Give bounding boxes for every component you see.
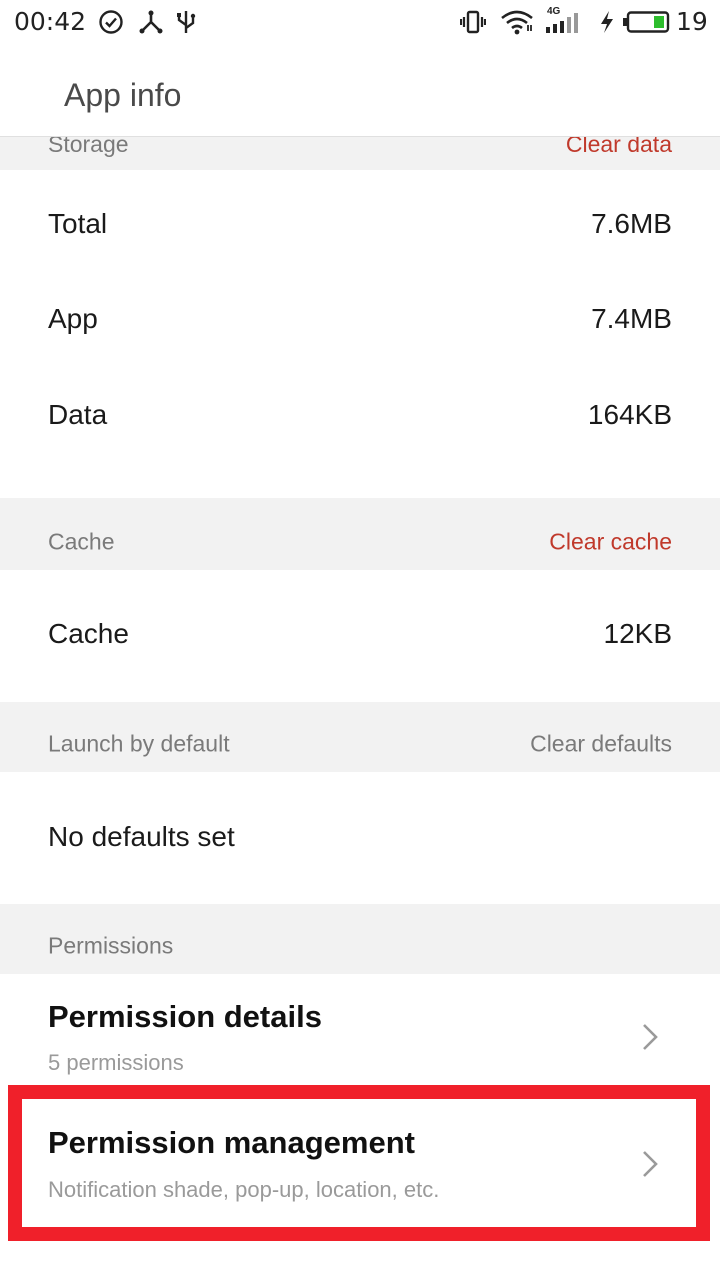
cache-header-label: Cache <box>48 528 115 555</box>
storage-header-label: Storage <box>48 136 129 157</box>
appbar-divider <box>0 136 720 137</box>
cache-row: Cache 12KB <box>0 570 720 702</box>
status-bar: 00:42 4G 19 <box>0 0 720 44</box>
storage-section-header: Storage Clear data <box>0 136 720 170</box>
network-share-icon <box>139 10 163 34</box>
no-defaults-label: No defaults set <box>48 821 235 852</box>
launch-section-header: Launch by default Clear defaults <box>0 702 720 772</box>
launch-header-label: Launch by default <box>48 730 230 757</box>
cache-label: Cache <box>48 618 129 649</box>
storage-row-total: Total 7.6MB <box>0 170 720 266</box>
storage-total-value: 7.6MB <box>591 208 672 239</box>
permission-details-title: Permission details <box>48 999 322 1034</box>
permissions-section-header: Permissions <box>0 904 720 974</box>
wifi-icon <box>501 10 533 35</box>
permissions-header-label: Permissions <box>48 932 174 959</box>
4g-signal-icon: 4G <box>544 6 584 36</box>
storage-total-label: Total <box>48 208 108 239</box>
usb-icon <box>177 11 196 33</box>
cache-section-header: Cache Clear cache <box>0 498 720 570</box>
storage-app-value: 7.4MB <box>591 303 672 334</box>
launch-row: No defaults set <box>0 772 720 904</box>
charging-icon <box>601 11 613 33</box>
check-circle-icon <box>99 10 123 34</box>
cache-value: 12KB <box>603 618 673 649</box>
app-bar: App info <box>0 44 720 136</box>
battery-percent: 19 <box>676 7 708 36</box>
permission-details-row[interactable]: Permission details 5 permissions <box>0 974 720 1101</box>
storage-row-app: App 7.4MB <box>0 266 720 362</box>
storage-data-label: Data <box>48 399 108 430</box>
permission-details-subtitle: 5 permissions <box>48 1050 184 1075</box>
clear-cache-button[interactable]: Clear cache <box>549 529 672 556</box>
battery-icon <box>623 11 670 33</box>
storage-row-data: Data 164KB <box>0 362 720 498</box>
page-title: App info <box>64 77 182 113</box>
clear-defaults-button[interactable]: Clear defaults <box>530 731 672 758</box>
storage-app-label: App <box>48 303 98 334</box>
clear-data-button[interactable]: Clear data <box>566 136 672 158</box>
vibrate-icon <box>460 10 486 34</box>
highlight-box <box>8 1085 710 1241</box>
chevron-right-icon <box>643 1024 658 1050</box>
storage-data-value: 164KB <box>587 399 672 430</box>
status-time: 00:42 <box>14 7 87 36</box>
